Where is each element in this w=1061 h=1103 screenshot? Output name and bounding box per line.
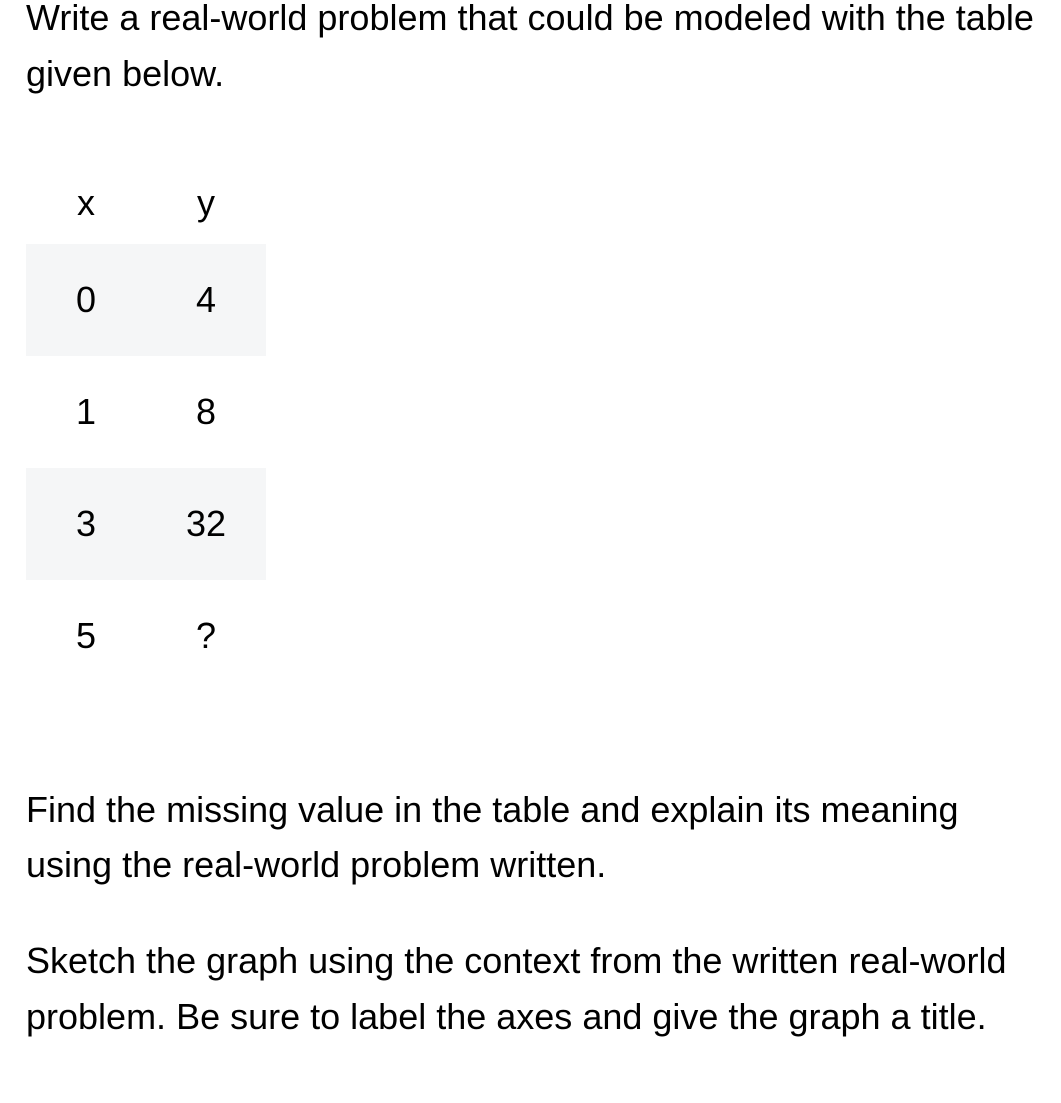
cell-x: 0 [26, 244, 146, 356]
table-row: 1 8 [26, 356, 266, 468]
header-x: x [26, 162, 146, 244]
header-y: y [146, 162, 266, 244]
cell-x: 3 [26, 468, 146, 580]
cell-y: ? [146, 580, 266, 692]
table-row: 0 4 [26, 244, 266, 356]
instruction-sketch-graph: Sketch the graph using the context from … [26, 933, 1035, 1045]
cell-x: 5 [26, 580, 146, 692]
table-header-row: x y [26, 162, 266, 244]
cell-y: 8 [146, 356, 266, 468]
data-table: x y 0 4 1 8 3 32 5 ? [26, 162, 266, 692]
cell-x: 1 [26, 356, 146, 468]
instruction-find-missing: Find the missing value in the table and … [26, 782, 1035, 894]
cell-y: 4 [146, 244, 266, 356]
table-row: 3 32 [26, 468, 266, 580]
page-container: Write a real-world problem that could be… [0, 0, 1061, 1045]
table-row: 5 ? [26, 580, 266, 692]
cell-y: 32 [146, 468, 266, 580]
instruction-write-problem: Write a real-world problem that could be… [26, 0, 1035, 102]
